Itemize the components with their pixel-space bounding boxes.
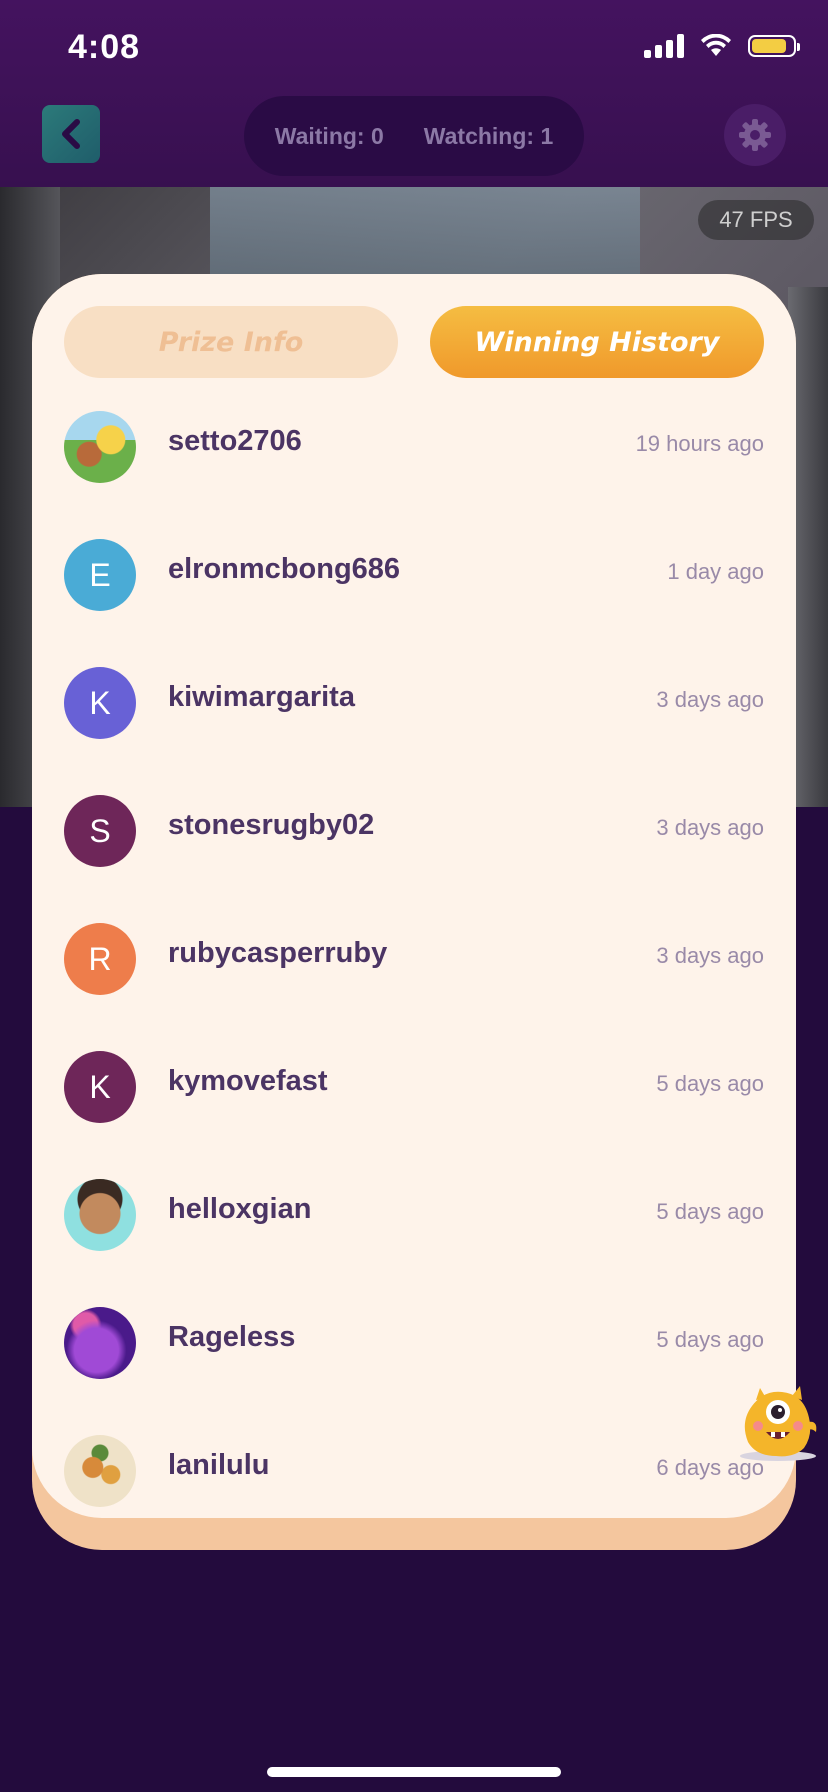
winner-row[interactable]: setto2706 19 hours ago: [32, 411, 796, 539]
winner-username: elronmcbong686: [168, 553, 401, 585]
wifi-icon: [700, 34, 732, 58]
yellow-monster-mascot-icon[interactable]: [734, 1382, 818, 1462]
winner-row[interactable]: Sstonesrugby02 3 days ago: [32, 795, 796, 923]
winner-username: rubycasperruby: [168, 937, 388, 969]
winner-username: Rageless: [168, 1321, 296, 1353]
winning-history-list: setto2706 19 hours ago Eelronmcbong686 1 da…: [32, 411, 796, 1518]
winner-time-ago: 5 days ago: [656, 1327, 764, 1352]
pokemon-avatar-icon: [64, 411, 136, 483]
avatar: K: [64, 667, 136, 739]
winner-row[interactable]: helloxgian 5 days ago: [32, 1179, 796, 1307]
top-bar: 4:08 Waiting: 0 Watching: 1: [0, 0, 828, 187]
status-time: 4:08: [68, 28, 141, 66]
food-photo-avatar-icon: [64, 1435, 136, 1507]
winner-time-ago: 19 hours ago: [635, 431, 764, 456]
winner-row[interactable]: Rrubycasperruby 3 days ago: [32, 923, 796, 1051]
status-icons: [644, 34, 800, 58]
winner-time-ago: 5 days ago: [656, 1199, 764, 1224]
fps-badge: 47 FPS: [698, 200, 814, 240]
prize-card: Prize Info Winning History setto2706 19 h…: [32, 274, 796, 1518]
chevron-left-icon: [62, 119, 80, 149]
winner-username: setto2706: [168, 425, 302, 457]
winner-time-ago: 3 days ago: [656, 687, 764, 712]
winner-time-ago: 5 days ago: [656, 1071, 764, 1096]
winner-username: helloxgian: [168, 1193, 312, 1225]
battery-icon: [748, 35, 800, 57]
winner-row[interactable]: lanilulu 6 days ago: [32, 1435, 796, 1518]
winner-row[interactable]: Eelronmcbong686 1 day ago: [32, 539, 796, 667]
winner-row[interactable]: Kkymovefast 5 days ago: [32, 1051, 796, 1179]
home-indicator[interactable]: [267, 1767, 561, 1777]
winner-time-ago: 3 days ago: [656, 815, 764, 840]
winner-username: lanilulu: [168, 1449, 270, 1481]
avatar: S: [64, 795, 136, 867]
winner-username: kymovefast: [168, 1065, 328, 1097]
winner-row[interactable]: Rageless 5 days ago: [32, 1307, 796, 1435]
winner-time-ago: 3 days ago: [656, 943, 764, 968]
avatar: R: [64, 923, 136, 995]
avatar: K: [64, 1051, 136, 1123]
gear-icon: [739, 119, 771, 151]
winner-username: stonesrugby02: [168, 809, 375, 841]
tab-prize-info[interactable]: Prize Info: [64, 306, 398, 378]
winner-username: kiwimargarita: [168, 681, 355, 713]
waiting-count: Waiting: 0: [274, 122, 384, 149]
winner-row[interactable]: Kkiwimargarita 3 days ago: [32, 667, 796, 795]
tab-winning-history[interactable]: Winning History: [430, 306, 764, 378]
avatar: E: [64, 539, 136, 611]
watching-count: Watching: 1: [423, 122, 554, 149]
back-button[interactable]: [42, 105, 100, 163]
purple-photo-avatar-icon: [64, 1307, 136, 1379]
cellular-signal-icon: [644, 34, 684, 58]
cartoon-face-avatar-icon: [64, 1179, 136, 1251]
winner-time-ago: 1 day ago: [667, 559, 764, 584]
viewer-counter: Waiting: 0 Watching: 1: [244, 96, 584, 176]
settings-button[interactable]: [724, 104, 786, 166]
